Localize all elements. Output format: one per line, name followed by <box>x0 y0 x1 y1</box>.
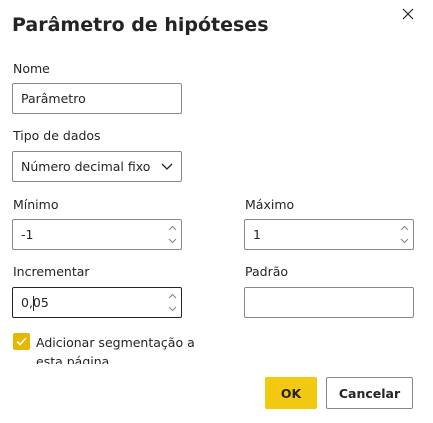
minimum-spinner <box>165 222 179 247</box>
minimum-input[interactable]: -1 <box>12 219 182 250</box>
data-type-selected: Número decimal fixo <box>21 159 151 174</box>
chevron-up-icon <box>168 225 176 231</box>
minimum-input-value: -1 <box>21 227 34 242</box>
checkmark-icon <box>16 337 27 346</box>
name-input-value: Parâmetro <box>21 91 86 106</box>
increment-increment-button[interactable] <box>165 290 179 302</box>
maximum-spinner <box>397 222 411 247</box>
text-cursor <box>33 296 34 311</box>
maximum-input-value: 1 <box>253 227 261 242</box>
add-slicer-checkbox[interactable] <box>13 333 30 350</box>
close-icon <box>402 8 414 20</box>
increment-spinner <box>165 290 179 315</box>
what-if-parameter-dialog: Parâmetro de hipóteses Nome Parâmetro Ti… <box>0 0 433 423</box>
minimum-increment-button[interactable] <box>165 222 179 234</box>
chevron-down-icon <box>168 238 176 244</box>
name-label: Nome <box>13 61 50 76</box>
name-input[interactable]: Parâmetro <box>12 83 182 114</box>
default-label: Padrão <box>245 264 289 279</box>
data-type-dropdown[interactable]: Número decimal fixo <box>12 151 182 182</box>
maximum-input[interactable]: 1 <box>244 219 414 250</box>
chevron-up-icon <box>400 225 408 231</box>
maximum-label: Máximo <box>245 197 295 212</box>
add-slicer-label[interactable]: Adicionar segmentação a esta página <box>36 333 196 364</box>
cancel-button[interactable]: Cancelar <box>326 377 413 409</box>
minimum-decrement-button[interactable] <box>165 235 179 247</box>
chevron-down-icon <box>161 163 173 170</box>
increment-label: Incrementar <box>13 264 90 279</box>
chevron-up-icon <box>168 293 176 299</box>
ok-button[interactable]: OK <box>265 377 317 409</box>
maximum-increment-button[interactable] <box>397 222 411 234</box>
add-slicer-label-container: Adicionar segmentação a esta página <box>36 332 206 364</box>
close-button[interactable] <box>396 2 420 26</box>
increment-decrement-button[interactable] <box>165 303 179 315</box>
dialog-title: Parâmetro de hipóteses <box>12 14 269 36</box>
data-type-label: Tipo de dados <box>13 128 101 143</box>
minimum-label: Mínimo <box>13 197 59 212</box>
increment-input[interactable]: 0,05 <box>12 287 182 318</box>
chevron-down-icon <box>400 238 408 244</box>
default-input[interactable] <box>244 287 414 318</box>
chevron-down-icon <box>168 306 176 312</box>
increment-input-value: 0,05 <box>21 295 49 310</box>
maximum-decrement-button[interactable] <box>397 235 411 247</box>
